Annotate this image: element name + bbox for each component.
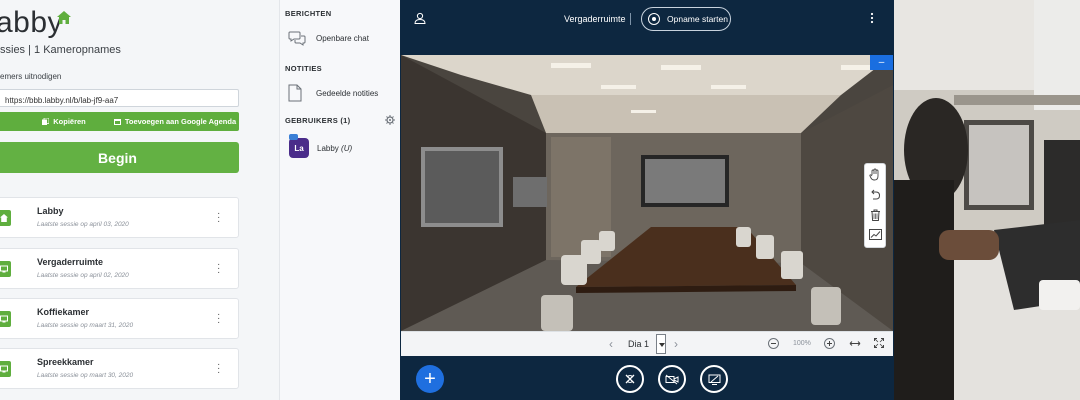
zoom-in-icon[interactable] xyxy=(824,338,835,349)
messages-heading: BERICHTEN xyxy=(285,9,332,18)
room-last-session: Laatste sessie op april 03, 2020 xyxy=(37,221,129,228)
room-icon xyxy=(0,265,8,273)
user-list-icon[interactable] xyxy=(414,12,426,24)
room-badge xyxy=(0,261,11,277)
zoom-level: 100% xyxy=(793,340,811,347)
whiteboard-toolbar xyxy=(864,163,886,248)
room-name: Labby xyxy=(37,206,64,216)
room-dashboard: abby ssies | 1 Kameropnames emers uitnod… xyxy=(0,0,280,400)
room-summary: ssies | 1 Kameropnames xyxy=(0,44,121,56)
room-last-session: Laatste sessie op april 02, 2020 xyxy=(37,272,129,279)
room-name: Vergaderruimte xyxy=(37,257,104,267)
hand-icon[interactable] xyxy=(869,168,881,181)
user-name[interactable]: Labby (U) xyxy=(317,144,352,153)
next-slide-icon[interactable]: › xyxy=(674,337,678,351)
public-chat-item[interactable]: Openbare chat xyxy=(288,31,369,46)
room-icon xyxy=(0,315,8,323)
actions-plus-button[interactable]: + xyxy=(416,365,444,393)
public-chat-label: Openbare chat xyxy=(316,34,369,43)
chart-icon[interactable] xyxy=(868,229,882,240)
room-icon xyxy=(0,365,8,373)
meeting-topbar: Vergaderruimte Opname starten xyxy=(400,0,894,40)
copy-label: Kopiëren xyxy=(53,117,86,126)
share-screen-button[interactable] xyxy=(700,365,728,393)
presentation-slide xyxy=(401,55,893,331)
home-icon xyxy=(0,214,8,222)
avatar[interactable]: La xyxy=(289,138,309,158)
fit-width-icon[interactable] xyxy=(849,340,861,347)
room-menu-icon[interactable]: · · · xyxy=(217,260,220,278)
invite-url-field[interactable] xyxy=(0,89,239,107)
meeting-side-panel: BERICHTEN Openbare chat NOTITIES Gedeeld… xyxy=(280,0,400,400)
minimize-presentation-button[interactable]: – xyxy=(870,55,893,70)
room-menu-icon[interactable]: · · · xyxy=(217,360,220,378)
previous-slide-icon[interactable]: ‹ xyxy=(609,337,613,351)
share-webcam-button[interactable] xyxy=(658,365,686,393)
room-last-session: Laatste sessie op maart 30, 2020 xyxy=(37,372,134,379)
user-name-text: Labby xyxy=(317,144,339,153)
trash-icon[interactable] xyxy=(870,209,881,221)
chat-icon xyxy=(288,31,306,46)
room-name: Koffiekamer xyxy=(37,307,90,317)
google-calendar-button[interactable]: Toevoegen aan Google Agenda xyxy=(111,112,239,131)
users-heading: GEBRUIKERS (1) xyxy=(285,116,351,125)
room-badge xyxy=(0,361,11,377)
audio-off-icon xyxy=(625,374,635,384)
room-card-labby[interactable]: Labby Laatste sessie op april 03, 2020 ·… xyxy=(0,197,239,238)
calendar-label: Toevoegen aan Google Agenda xyxy=(124,117,237,126)
screen: abby ssies | 1 Kameropnames emers uitnod… xyxy=(0,0,1080,400)
record-icon xyxy=(648,13,660,25)
zoom-out-icon[interactable] xyxy=(768,338,779,349)
presentation-toolbar: ‹ Dia 1 › 100% xyxy=(401,331,893,356)
mute-audio-button[interactable] xyxy=(616,365,644,393)
fullscreen-icon[interactable] xyxy=(874,338,884,348)
invite-label: emers uitnodigen xyxy=(0,72,62,81)
desktop-share-icon xyxy=(708,374,720,385)
slide-selector-label[interactable]: Dia 1 xyxy=(628,339,649,349)
title-divider xyxy=(630,13,631,25)
user-self-tag: (U) xyxy=(341,144,353,153)
room-menu-icon[interactable]: · · · xyxy=(217,209,220,227)
camera-off-icon xyxy=(665,374,679,384)
calendar-icon xyxy=(113,119,121,125)
more-options-icon[interactable] xyxy=(870,12,874,24)
shared-notes-item[interactable]: Gedeelde notities xyxy=(288,84,378,102)
notes-icon xyxy=(288,84,302,102)
notes-heading: NOTITIES xyxy=(285,64,322,73)
start-recording-button[interactable]: Opname starten xyxy=(641,7,731,31)
start-recording-label: Opname starten xyxy=(667,14,728,24)
brand-title: abby xyxy=(0,6,64,39)
room-badge xyxy=(0,210,11,226)
begin-button[interactable]: Begin xyxy=(0,142,239,173)
room-card-spreekkamer[interactable]: Spreekkamer Laatste sessie op maart 30, … xyxy=(0,348,239,389)
room-last-session: Laatste sessie op maart 31, 2020 xyxy=(37,322,134,329)
home-icon xyxy=(57,11,71,24)
undo-icon[interactable] xyxy=(869,189,881,201)
gear-icon[interactable] xyxy=(385,115,395,125)
presenter-badge xyxy=(289,134,298,140)
room-menu-icon[interactable]: · · · xyxy=(217,310,220,328)
copy-icon xyxy=(42,118,50,125)
chevron-down-icon[interactable] xyxy=(656,334,666,354)
meeting-title: Vergaderruimte xyxy=(564,14,626,24)
shared-notes-label: Gedeelde notities xyxy=(316,88,379,98)
room-card-koffiekamer[interactable]: Koffiekamer Laatste sessie op maart 31, … xyxy=(0,298,239,339)
room-name: Spreekkamer xyxy=(37,357,94,367)
room-card-vergaderruimte[interactable]: Vergaderruimte Laatste sessie op april 0… xyxy=(0,248,239,289)
person-photo xyxy=(894,0,1080,400)
room-badge xyxy=(0,311,11,327)
